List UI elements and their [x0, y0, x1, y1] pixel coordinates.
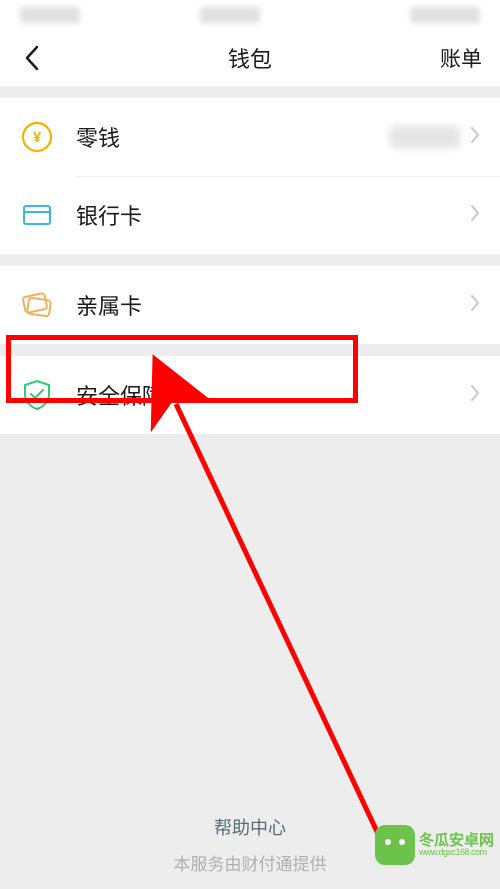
chevron-right-icon [470, 204, 480, 227]
chevron-right-icon [470, 384, 480, 407]
bills-button[interactable]: 账单 [440, 43, 482, 73]
balance-value-blurred [390, 126, 460, 148]
list-item-security[interactable]: 安全保障 [0, 356, 500, 434]
list-item-balance[interactable]: ¥ 零钱 [0, 98, 500, 176]
nav-bar: 钱包 账单 [0, 30, 500, 86]
chevron-left-icon [24, 45, 40, 71]
shield-icon [20, 378, 54, 412]
status-blur-left [20, 7, 80, 23]
list-item-cards[interactable]: 银行卡 [0, 176, 500, 254]
item-label: 零钱 [76, 121, 390, 153]
item-label: 银行卡 [76, 199, 470, 231]
footer-note: 本服务由财付通提供 [174, 855, 327, 874]
coin-icon: ¥ [20, 120, 54, 154]
chevron-right-icon [470, 294, 480, 317]
heart-card-icon [20, 288, 54, 322]
page-title: 钱包 [0, 42, 500, 74]
chevron-right-icon [470, 126, 480, 149]
item-label: 亲属卡 [76, 289, 470, 321]
footer: 帮助中心 本服务由财付通提供 [0, 814, 500, 875]
card-icon [20, 198, 54, 232]
status-bar [0, 0, 500, 30]
status-blur-right [410, 7, 480, 23]
list-item-family[interactable]: 亲属卡 [0, 266, 500, 344]
status-blur-mid [200, 7, 260, 23]
svg-text:¥: ¥ [33, 129, 42, 146]
item-label: 安全保障 [76, 379, 470, 411]
back-button[interactable] [18, 44, 46, 72]
help-center-link[interactable]: 帮助中心 [0, 814, 500, 840]
